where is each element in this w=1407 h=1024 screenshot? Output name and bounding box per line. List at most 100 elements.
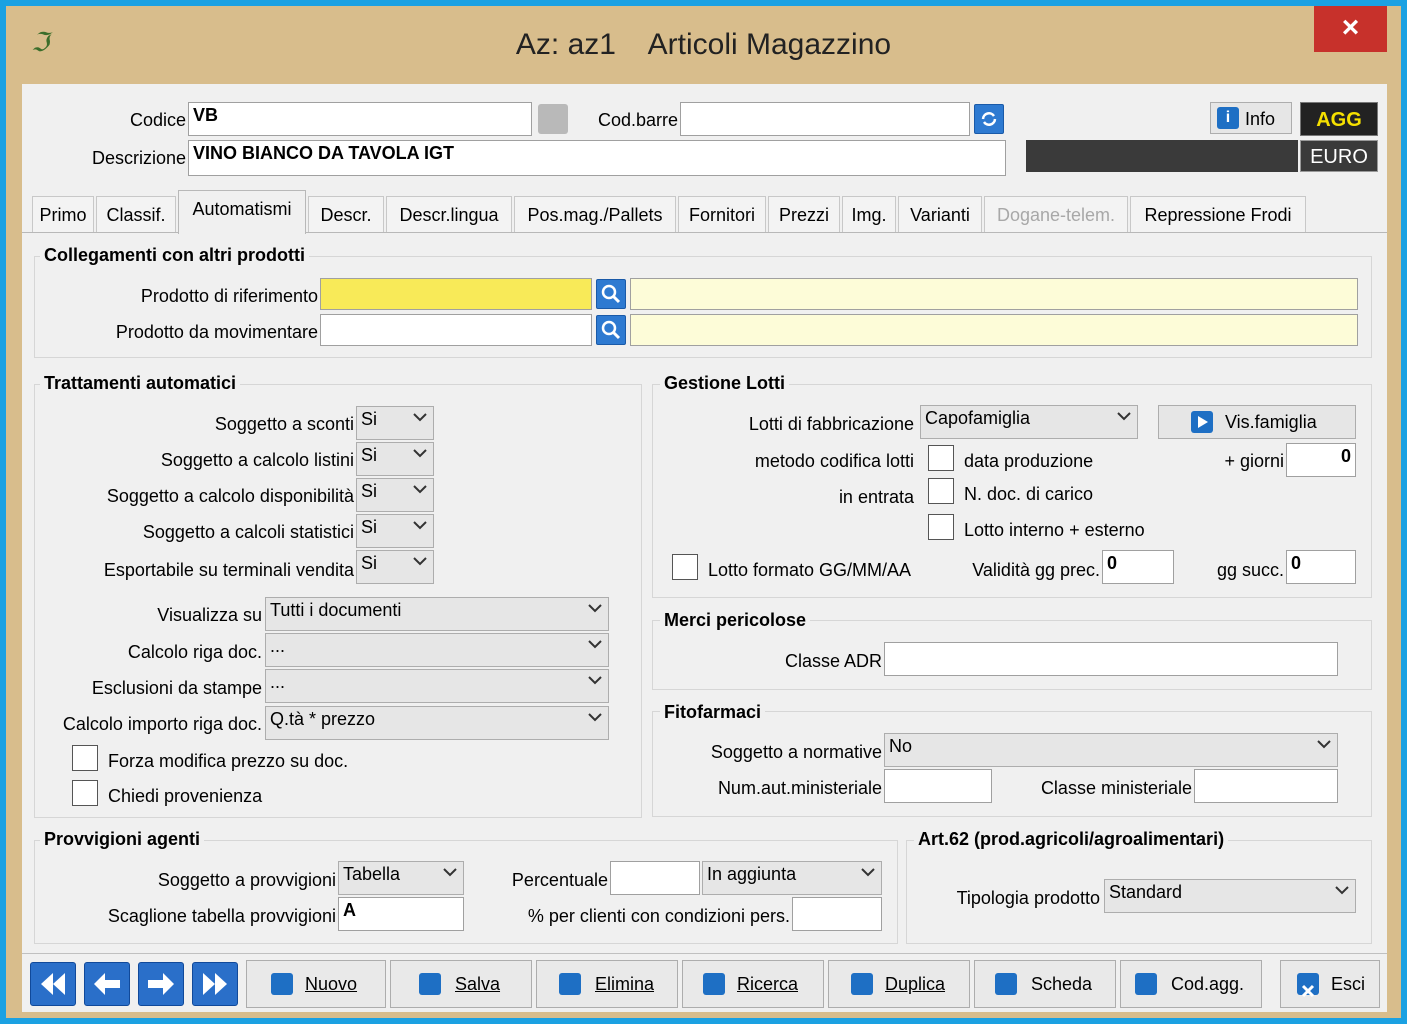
status-bar (1026, 140, 1298, 172)
tab-classif[interactable]: Classif. (96, 196, 176, 232)
soggetto-provvigioni-select[interactable]: Tabella (338, 861, 464, 895)
tab-dogane-telem: Dogane-telem. (984, 196, 1128, 232)
first-record-button[interactable] (30, 962, 76, 1006)
chevron-down-icon (413, 557, 427, 566)
tipologia-label: Tipologia prodotto (956, 888, 1100, 908)
exit-icon (1297, 973, 1319, 998)
soggetto-sconti-select[interactable]: Si (356, 406, 434, 440)
nuovo-button[interactable]: Nuovo (246, 960, 386, 1008)
lotto-interno-checkbox[interactable] (928, 514, 954, 540)
chevron-down-icon (413, 521, 427, 530)
prodotto-movimentare-desc (630, 314, 1358, 346)
elimina-button[interactable]: Elimina (536, 960, 678, 1008)
chevron-down-icon (588, 713, 602, 722)
tab-automatismi[interactable]: Automatismi (178, 190, 306, 234)
next-record-button[interactable] (138, 962, 184, 1006)
validita-input[interactable]: 0 (1102, 550, 1174, 584)
save-icon (419, 973, 441, 995)
lotti-fabbricazione-label: Lotti di fabbricazione (748, 414, 914, 434)
tipologia-select[interactable]: Standard (1104, 879, 1356, 913)
fitofarmaci-title: Fitofarmaci (660, 702, 766, 723)
tab-repressione-frodi[interactable]: Repressione Frodi (1130, 196, 1306, 232)
percentuale-input[interactable] (610, 861, 700, 895)
chevron-down-icon (1335, 886, 1349, 895)
tab-varianti[interactable]: Varianti (898, 196, 982, 232)
numaut-input[interactable] (884, 769, 992, 803)
tab-primo[interactable]: Primo (32, 196, 94, 232)
descrizione-input[interactable]: VINO BIANCO DA TAVOLA IGT (188, 140, 1006, 176)
salva-button[interactable]: Salva (390, 960, 532, 1008)
new-icon (271, 973, 293, 995)
play-icon (1191, 411, 1213, 433)
calcolo-riga-select[interactable]: ... (265, 633, 609, 667)
scheda-button[interactable]: Scheda (974, 960, 1116, 1008)
vis-famiglia-button[interactable]: Vis.famiglia (1158, 405, 1356, 439)
chiedi-provenienza-checkbox[interactable] (72, 780, 98, 806)
tab-prezzi[interactable]: Prezzi (768, 196, 840, 232)
prodotto-riferimento-input[interactable] (320, 278, 592, 310)
ricerca-button[interactable]: Ricerca (682, 960, 824, 1008)
search-icon[interactable] (596, 315, 626, 345)
lotto-formato-checkbox[interactable] (672, 554, 698, 580)
soggetto-disponibilita-select[interactable]: Si (356, 478, 434, 512)
numaut-label: Num.aut.ministeriale (717, 778, 882, 798)
prev-record-button[interactable] (84, 962, 130, 1006)
visualizza-label: Visualizza su (157, 605, 262, 625)
data-produzione-checkbox[interactable] (928, 445, 954, 471)
cod-agg-button[interactable]: Cod.agg. (1120, 960, 1262, 1008)
esportabile-label: Esportabile su terminali vendita (103, 560, 354, 580)
chevron-down-icon (861, 868, 875, 877)
soggetto-disponibilita-label: Soggetto a calcolo disponibilità (106, 486, 354, 506)
tab-img[interactable]: Img. (842, 196, 896, 232)
forza-modifica-checkbox[interactable] (72, 745, 98, 771)
visualizza-value: Tutti i documenti (270, 600, 402, 620)
soggetto-statistici-select[interactable]: Si (356, 514, 434, 548)
aggiunta-select[interactable]: In aggiunta (702, 861, 882, 895)
esclusioni-label: Esclusioni da stampe (91, 678, 262, 698)
lotto-formato-label: Lotto formato GG/MM/AA (708, 560, 912, 580)
duplicate-icon (851, 973, 873, 995)
chevron-down-icon (413, 413, 427, 422)
last-record-button[interactable] (192, 962, 238, 1006)
left-arrow-icon (94, 973, 120, 995)
calcolo-importo-select[interactable]: Q.tà * prezzo (265, 706, 609, 740)
elimina-label: Elimina (595, 974, 655, 994)
tab-fornitori[interactable]: Fornitori (678, 196, 766, 232)
esportabile-value: Si (361, 553, 378, 573)
ndoc-carico-checkbox[interactable] (928, 478, 954, 504)
classe-ministeriale-input[interactable] (1194, 769, 1338, 803)
esci-button[interactable]: Esci (1280, 960, 1380, 1008)
title-bar[interactable]: ℑ Az: az1 Articoli Magazzino × (6, 6, 1401, 84)
classe-adr-input[interactable] (884, 642, 1338, 676)
lotti-fabbricazione-select[interactable]: Capofamiglia (920, 405, 1138, 439)
forza-modifica-label: Forza modifica prezzo su doc. (108, 751, 349, 771)
gg-succ-input[interactable]: 0 (1286, 550, 1356, 584)
chevron-down-icon (1317, 740, 1331, 749)
esclusioni-select[interactable]: ... (265, 669, 609, 703)
double-right-arrow-icon (203, 973, 227, 995)
tab-descr[interactable]: Descr. (308, 196, 384, 232)
tab-descr-lingua[interactable]: Descr.lingua (386, 196, 512, 232)
prodotto-movimentare-input[interactable] (320, 314, 592, 346)
chevron-down-icon (1117, 412, 1131, 421)
prodotto-riferimento-desc (630, 278, 1358, 310)
visualizza-select[interactable]: Tutti i documenti (265, 597, 609, 631)
soggetto-normative-value: No (889, 736, 913, 756)
codbarre-input[interactable] (680, 102, 970, 136)
scaglione-input[interactable]: A (338, 897, 464, 931)
calcolo-riga-value: ... (270, 636, 286, 656)
search-icon[interactable] (596, 279, 626, 309)
refresh-icon[interactable] (974, 104, 1004, 134)
codice-input[interactable]: VB (188, 102, 532, 136)
duplica-button[interactable]: Duplica (828, 960, 970, 1008)
tab-pos-mag[interactable]: Pos.mag./Pallets (514, 196, 676, 232)
esportabile-select[interactable]: Si (356, 550, 434, 584)
toolbar-divider (22, 953, 1387, 954)
soggetto-normative-select[interactable]: No (884, 733, 1338, 767)
soggetto-calcolo-listini-value: Si (361, 445, 378, 465)
close-button[interactable]: × (1314, 6, 1387, 52)
info-button[interactable]: i Info (1210, 102, 1292, 134)
perclienti-input[interactable] (792, 897, 882, 931)
soggetto-calcolo-listini-select[interactable]: Si (356, 442, 434, 476)
giorni-input[interactable]: 0 (1286, 443, 1356, 477)
